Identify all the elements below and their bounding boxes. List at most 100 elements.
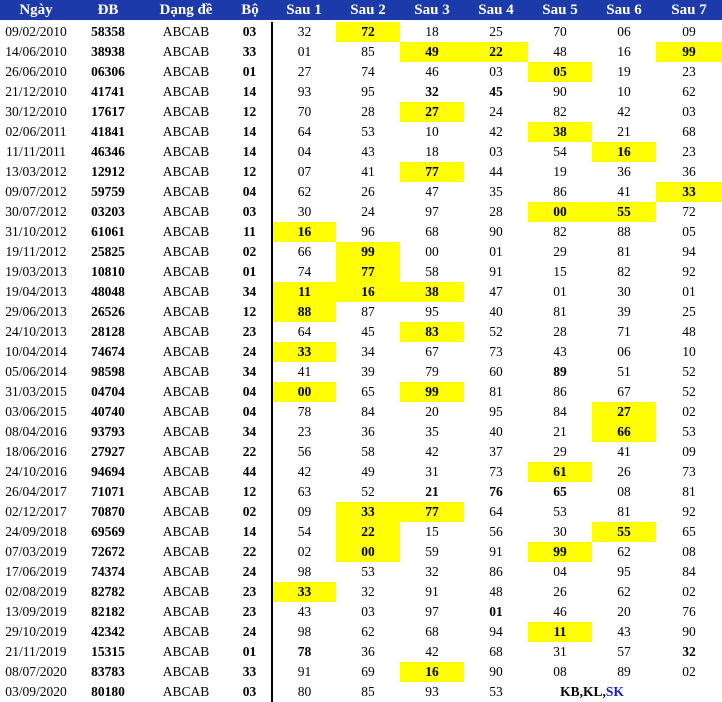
after-cell: 19: [617, 64, 631, 79]
after-cell: 40: [489, 424, 503, 439]
after-cell: 07: [297, 164, 312, 179]
after-cell: 15: [553, 264, 567, 279]
after-cell: 42: [489, 124, 503, 139]
after-cell: 95: [617, 564, 631, 579]
after-cell: 26: [617, 464, 631, 479]
date-cell: 13/03/2012: [5, 164, 67, 179]
db-cell: 70870: [91, 504, 125, 519]
after-cell: 36: [617, 164, 631, 179]
table-row: 13/09/2019 82182 ABCAB 23 43 03 97 01 46 20 76: [0, 602, 722, 622]
date-cell: 17/06/2019: [5, 564, 67, 579]
after-cell: 84: [361, 404, 375, 419]
after-cell: 92: [682, 504, 696, 519]
date-cell: 14/06/2010: [5, 44, 67, 59]
after-cell: 10: [425, 124, 439, 139]
bo-cell: 23: [228, 322, 273, 342]
after-cell: 42: [297, 464, 312, 479]
bo-cell: 14: [228, 142, 273, 162]
after-cell: 65: [553, 484, 567, 499]
after-cell: 26: [553, 584, 567, 599]
after-cell: 56: [489, 524, 503, 539]
after-cell: 53: [682, 424, 696, 439]
db-cell: 41841: [91, 124, 125, 139]
table-row: 24/10/2013 28128 ABCAB 23 64 45 83 52 28 71 48: [0, 322, 722, 342]
after-cell: 86: [489, 564, 503, 579]
date-cell: 03/06/2015: [5, 404, 67, 419]
after-cell: 02: [682, 664, 696, 679]
after-cell: 78: [297, 404, 312, 419]
after-cell: 70: [297, 104, 312, 119]
after-cell: 15: [425, 524, 439, 539]
after-cell: 26: [361, 184, 375, 199]
after-cell: 45: [361, 324, 375, 339]
date-cell: 18/06/2016: [5, 444, 67, 459]
after-cell: 32: [297, 24, 312, 39]
table-row: 03/09/2020 80180 ABCAB 03 80 85 93 53 KB,KL,SK: [0, 682, 722, 702]
bo-cell: 12: [228, 482, 273, 502]
column-header[interactable]: Sau 5: [528, 0, 592, 22]
db-cell: 06306: [91, 64, 125, 79]
after-cell: 03: [489, 144, 503, 159]
table-row: 31/10/2012 61061 ABCAB 11 16 96 68 90 82 88 05: [0, 222, 722, 242]
after-cell: 23: [297, 424, 312, 439]
after-cell: 82: [553, 224, 567, 239]
column-header[interactable]: Sau 6: [592, 0, 656, 22]
after-cell: 86: [553, 184, 567, 199]
bo-cell: 12: [228, 162, 273, 182]
after-cell: 42: [425, 644, 439, 659]
after-cell: 09: [682, 444, 696, 459]
db-cell: 82182: [91, 604, 125, 619]
form-cell: ABCAB: [162, 104, 210, 119]
date-cell: 21/11/2019: [5, 644, 67, 659]
after-cell: 16: [592, 142, 656, 162]
after-cell: 27: [592, 402, 656, 422]
after-cell: 62: [297, 184, 312, 199]
after-cell: 77: [400, 162, 464, 182]
after-cell: 22: [464, 42, 528, 62]
after-cell: 86: [553, 384, 567, 399]
db-cell: 27927: [91, 444, 125, 459]
legend-cell: KB,KL,SK: [528, 682, 656, 702]
after-cell: 33: [656, 182, 722, 202]
column-header[interactable]: Ngày: [0, 0, 72, 22]
after-cell: 61: [528, 462, 592, 482]
table-row: 19/03/2013 10810 ABCAB 01 74 77 58 91 15 82 92: [0, 262, 722, 282]
after-cell: 23: [682, 64, 696, 79]
after-cell: 01: [297, 44, 312, 59]
after-cell: 47: [489, 284, 503, 299]
column-header[interactable]: Sau 4: [464, 0, 528, 22]
legend-sk: SK: [605, 684, 624, 699]
after-cell: 70: [553, 24, 567, 39]
after-cell: 03: [682, 104, 696, 119]
bo-cell: 14: [228, 522, 273, 542]
column-header[interactable]: ĐB: [72, 0, 144, 22]
column-header[interactable]: Dạng đề: [144, 0, 228, 22]
form-cell: ABCAB: [162, 684, 210, 699]
after-cell: 66: [297, 244, 312, 259]
column-header[interactable]: Sau 1: [272, 0, 336, 22]
after-cell: 76: [682, 604, 696, 619]
after-cell: 49: [361, 464, 375, 479]
table-body: 09/02/2010 58358 ABCAB 03 32 72 18 25 70 06 09 14/0…: [0, 21, 722, 702]
bo-cell: 11: [228, 222, 273, 242]
after-cell: 33: [272, 582, 336, 602]
column-header[interactable]: Sau 2: [336, 0, 400, 22]
after-cell: 00: [272, 382, 336, 402]
after-cell: 73: [682, 464, 696, 479]
bo-cell: 23: [228, 602, 273, 622]
after-cell: 22: [336, 522, 400, 542]
column-header[interactable]: Sau 3: [400, 0, 464, 22]
date-cell: 02/12/2017: [5, 504, 67, 519]
after-cell: 44: [489, 164, 503, 179]
after-cell: 65: [361, 384, 375, 399]
date-cell: 21/12/2010: [5, 84, 67, 99]
after-cell: 06: [617, 24, 631, 39]
column-header[interactable]: Bộ: [228, 0, 272, 22]
after-cell: 45: [489, 84, 503, 99]
after-cell: 36: [682, 164, 696, 179]
after-cell: 77: [336, 262, 400, 282]
after-cell: 27: [400, 102, 464, 122]
column-header[interactable]: Sau 7: [656, 0, 722, 22]
after-cell: 43: [297, 604, 312, 619]
db-cell: 46346: [91, 144, 125, 159]
